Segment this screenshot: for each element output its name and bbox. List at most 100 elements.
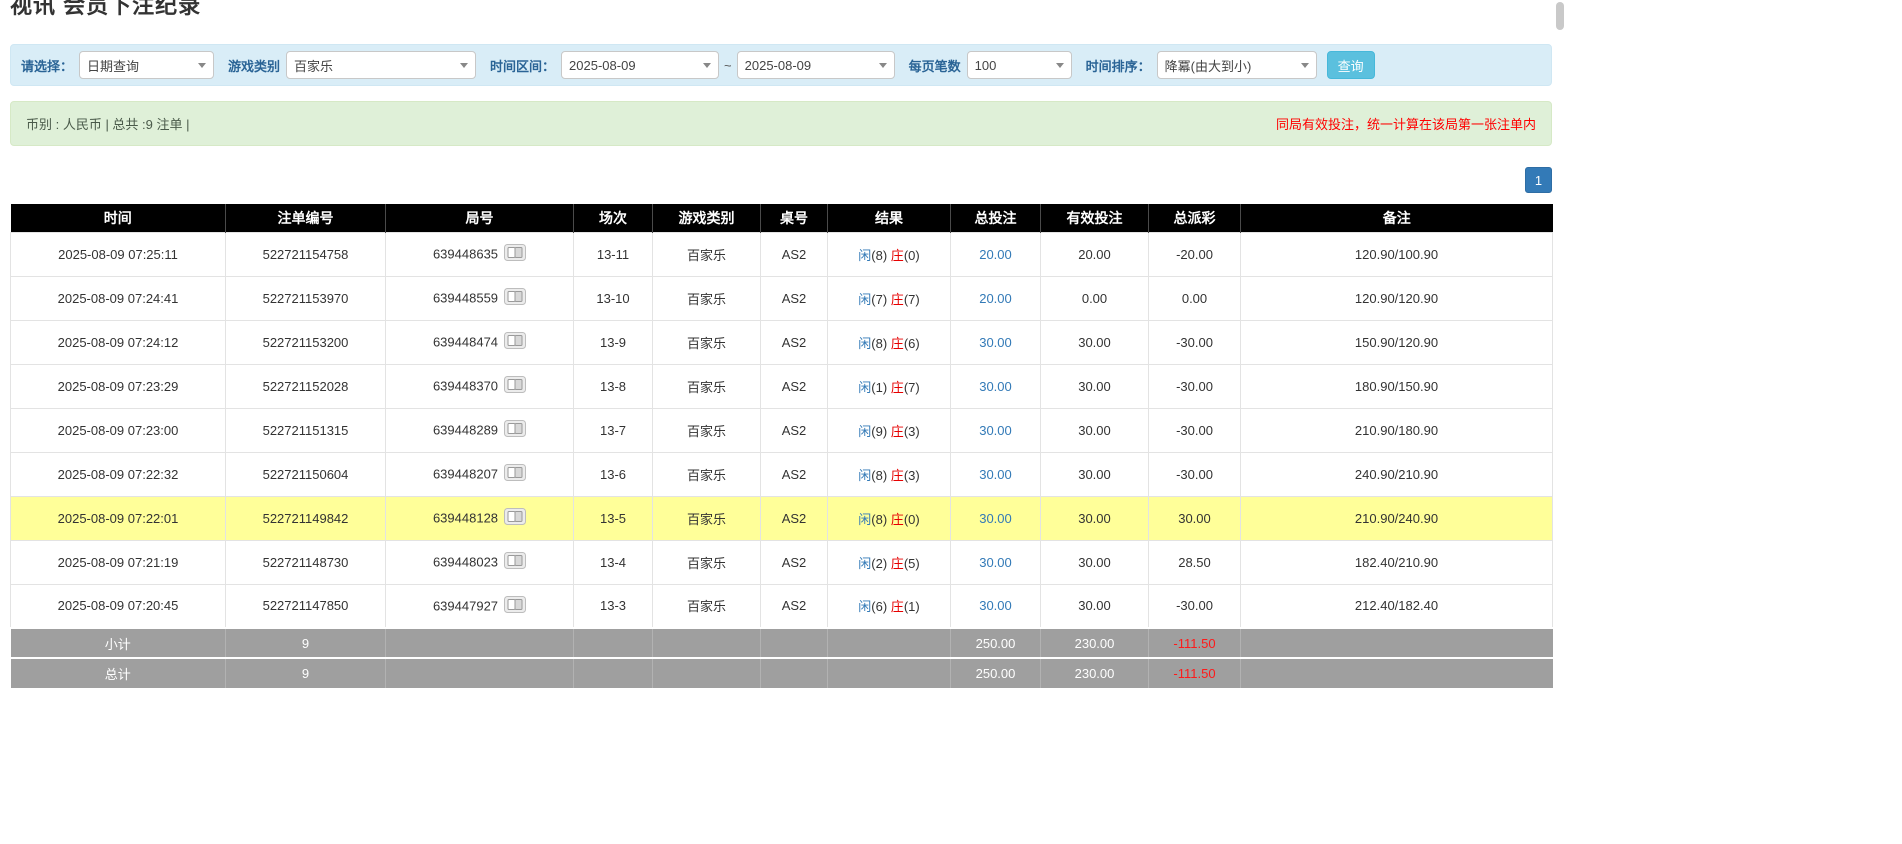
total-bet-link[interactable]: 30.00 [979, 598, 1012, 613]
chevron-down-icon [1056, 63, 1064, 68]
total-bet-cell: 30.00 [951, 452, 1041, 496]
session-cell: 13-4 [574, 540, 653, 584]
total-bet-link[interactable]: 20.00 [979, 247, 1012, 262]
bet-id-cell: 522721154758 [226, 232, 386, 276]
player-result-label: 闲 [858, 512, 871, 527]
summary-empty-cell [653, 658, 761, 688]
table-no-cell: AS2 [761, 452, 828, 496]
game-result-icon[interactable] [504, 288, 526, 308]
table-no-cell: AS2 [761, 364, 828, 408]
summary-valid-bet-cell: 230.00 [1041, 658, 1149, 688]
total-bet-cell: 30.00 [951, 320, 1041, 364]
result-cell: 闲(8) 庄(0) [828, 232, 951, 276]
round-number: 639448289 [433, 423, 498, 438]
banker-result-score: (6) [904, 336, 920, 351]
result-cell: 闲(1) 庄(7) [828, 364, 951, 408]
query-button[interactable]: 查询 [1327, 51, 1375, 79]
valid-bet-cell: 30.00 [1041, 496, 1149, 540]
game-result-icon[interactable] [504, 244, 526, 264]
banker-result-label: 庄 [891, 599, 904, 614]
payout-cell: -30.00 [1149, 452, 1241, 496]
page-size-value: 100 [975, 58, 997, 73]
game-result-icon[interactable] [504, 508, 526, 528]
note-cell: 182.40/210.90 [1241, 540, 1553, 584]
banker-result-score: (7) [904, 292, 920, 307]
time-cell: 2025-08-09 07:23:29 [11, 364, 226, 408]
game-type-select[interactable]: 百家乐 [286, 51, 476, 79]
game-type-cell: 百家乐 [653, 320, 761, 364]
player-result-label: 闲 [858, 599, 871, 614]
banker-result-label: 庄 [891, 468, 904, 483]
column-header: 桌号 [761, 204, 828, 232]
column-header: 总投注 [951, 204, 1041, 232]
round-number: 639448023 [433, 555, 498, 570]
game-result-icon[interactable] [504, 332, 526, 352]
total-bet-link[interactable]: 30.00 [979, 467, 1012, 482]
note-cell: 210.90/240.90 [1241, 496, 1553, 540]
filter-bar: 请选择： 日期查询 游戏类别 百家乐 时间区间： 2025-08-09 ~ 20… [10, 44, 1552, 86]
total-bet-cell: 20.00 [951, 232, 1041, 276]
total-bet-link[interactable]: 30.00 [979, 555, 1012, 570]
time-cell: 2025-08-09 07:22:32 [11, 452, 226, 496]
round-number: 639448370 [433, 379, 498, 394]
column-header: 备注 [1241, 204, 1553, 232]
chevron-down-icon [703, 63, 711, 68]
scrollbar-thumb[interactable] [1556, 2, 1564, 30]
total-bet-link[interactable]: 30.00 [979, 511, 1012, 526]
game-type-cell: 百家乐 [653, 232, 761, 276]
player-result-score: (8) [871, 512, 891, 527]
game-result-icon[interactable] [504, 464, 526, 484]
sort-order-select[interactable]: 降冪(由大到小) [1157, 51, 1317, 79]
game-result-icon[interactable] [504, 596, 526, 616]
player-result-score: (1) [871, 380, 891, 395]
total-bet-link[interactable]: 20.00 [979, 291, 1012, 306]
game-result-icon[interactable] [504, 376, 526, 396]
valid-bet-cell: 30.00 [1041, 408, 1149, 452]
round-cell: 639448023 [386, 540, 574, 584]
result-cell: 闲(8) 庄(3) [828, 452, 951, 496]
page-button-1[interactable]: 1 [1525, 167, 1552, 193]
banker-result-score: (7) [904, 380, 920, 395]
banker-result-label: 庄 [891, 512, 904, 527]
date-to-input[interactable]: 2025-08-09 [737, 51, 895, 79]
records-table: 时间注单编号局号场次游戏类别桌号结果总投注有效投注总派彩备注 2025-08-0… [10, 204, 1553, 688]
player-result-score: (8) [871, 248, 891, 263]
payout-cell: -30.00 [1149, 364, 1241, 408]
player-result-score: (2) [871, 556, 891, 571]
result-cell: 闲(8) 庄(6) [828, 320, 951, 364]
total-bet-link[interactable]: 30.00 [979, 379, 1012, 394]
player-result-score: (8) [871, 336, 891, 351]
page-size-select[interactable]: 100 [967, 51, 1072, 79]
summary-total-bet-cell: 250.00 [951, 628, 1041, 658]
total-bet-link[interactable]: 30.00 [979, 335, 1012, 350]
payout-cell: -30.00 [1149, 408, 1241, 452]
summary-empty-cell [1241, 628, 1553, 658]
total-bet-link[interactable]: 30.00 [979, 423, 1012, 438]
result-cell: 闲(2) 庄(5) [828, 540, 951, 584]
banker-result-score: (5) [904, 556, 920, 571]
player-result-label: 闲 [858, 248, 871, 263]
summary-empty-cell [1241, 658, 1553, 688]
summary-empty-cell [653, 628, 761, 658]
round-number: 639448474 [433, 335, 498, 350]
page-size-label: 每页笔数 [909, 56, 961, 75]
column-header: 时间 [11, 204, 226, 232]
note-cell: 120.90/120.90 [1241, 276, 1553, 320]
total-bet-cell: 30.00 [951, 408, 1041, 452]
result-cell: 闲(9) 庄(3) [828, 408, 951, 452]
bet-id-cell: 522721152028 [226, 364, 386, 408]
time-cell: 2025-08-09 07:21:19 [11, 540, 226, 584]
player-result-score: (6) [871, 599, 891, 614]
time-cell: 2025-08-09 07:20:45 [11, 584, 226, 628]
session-cell: 13-3 [574, 584, 653, 628]
summary-row: 小计9250.00230.00-111.50 [11, 628, 1553, 658]
game-result-icon[interactable] [504, 552, 526, 572]
game-result-icon[interactable] [504, 420, 526, 440]
column-header: 场次 [574, 204, 653, 232]
bet-id-cell: 522721147850 [226, 584, 386, 628]
date-from-input[interactable]: 2025-08-09 [561, 51, 719, 79]
total-bet-cell: 20.00 [951, 276, 1041, 320]
sort-order-label: 时间排序： [1086, 56, 1151, 75]
summary-empty-cell [574, 628, 653, 658]
query-type-select[interactable]: 日期查询 [79, 51, 214, 79]
